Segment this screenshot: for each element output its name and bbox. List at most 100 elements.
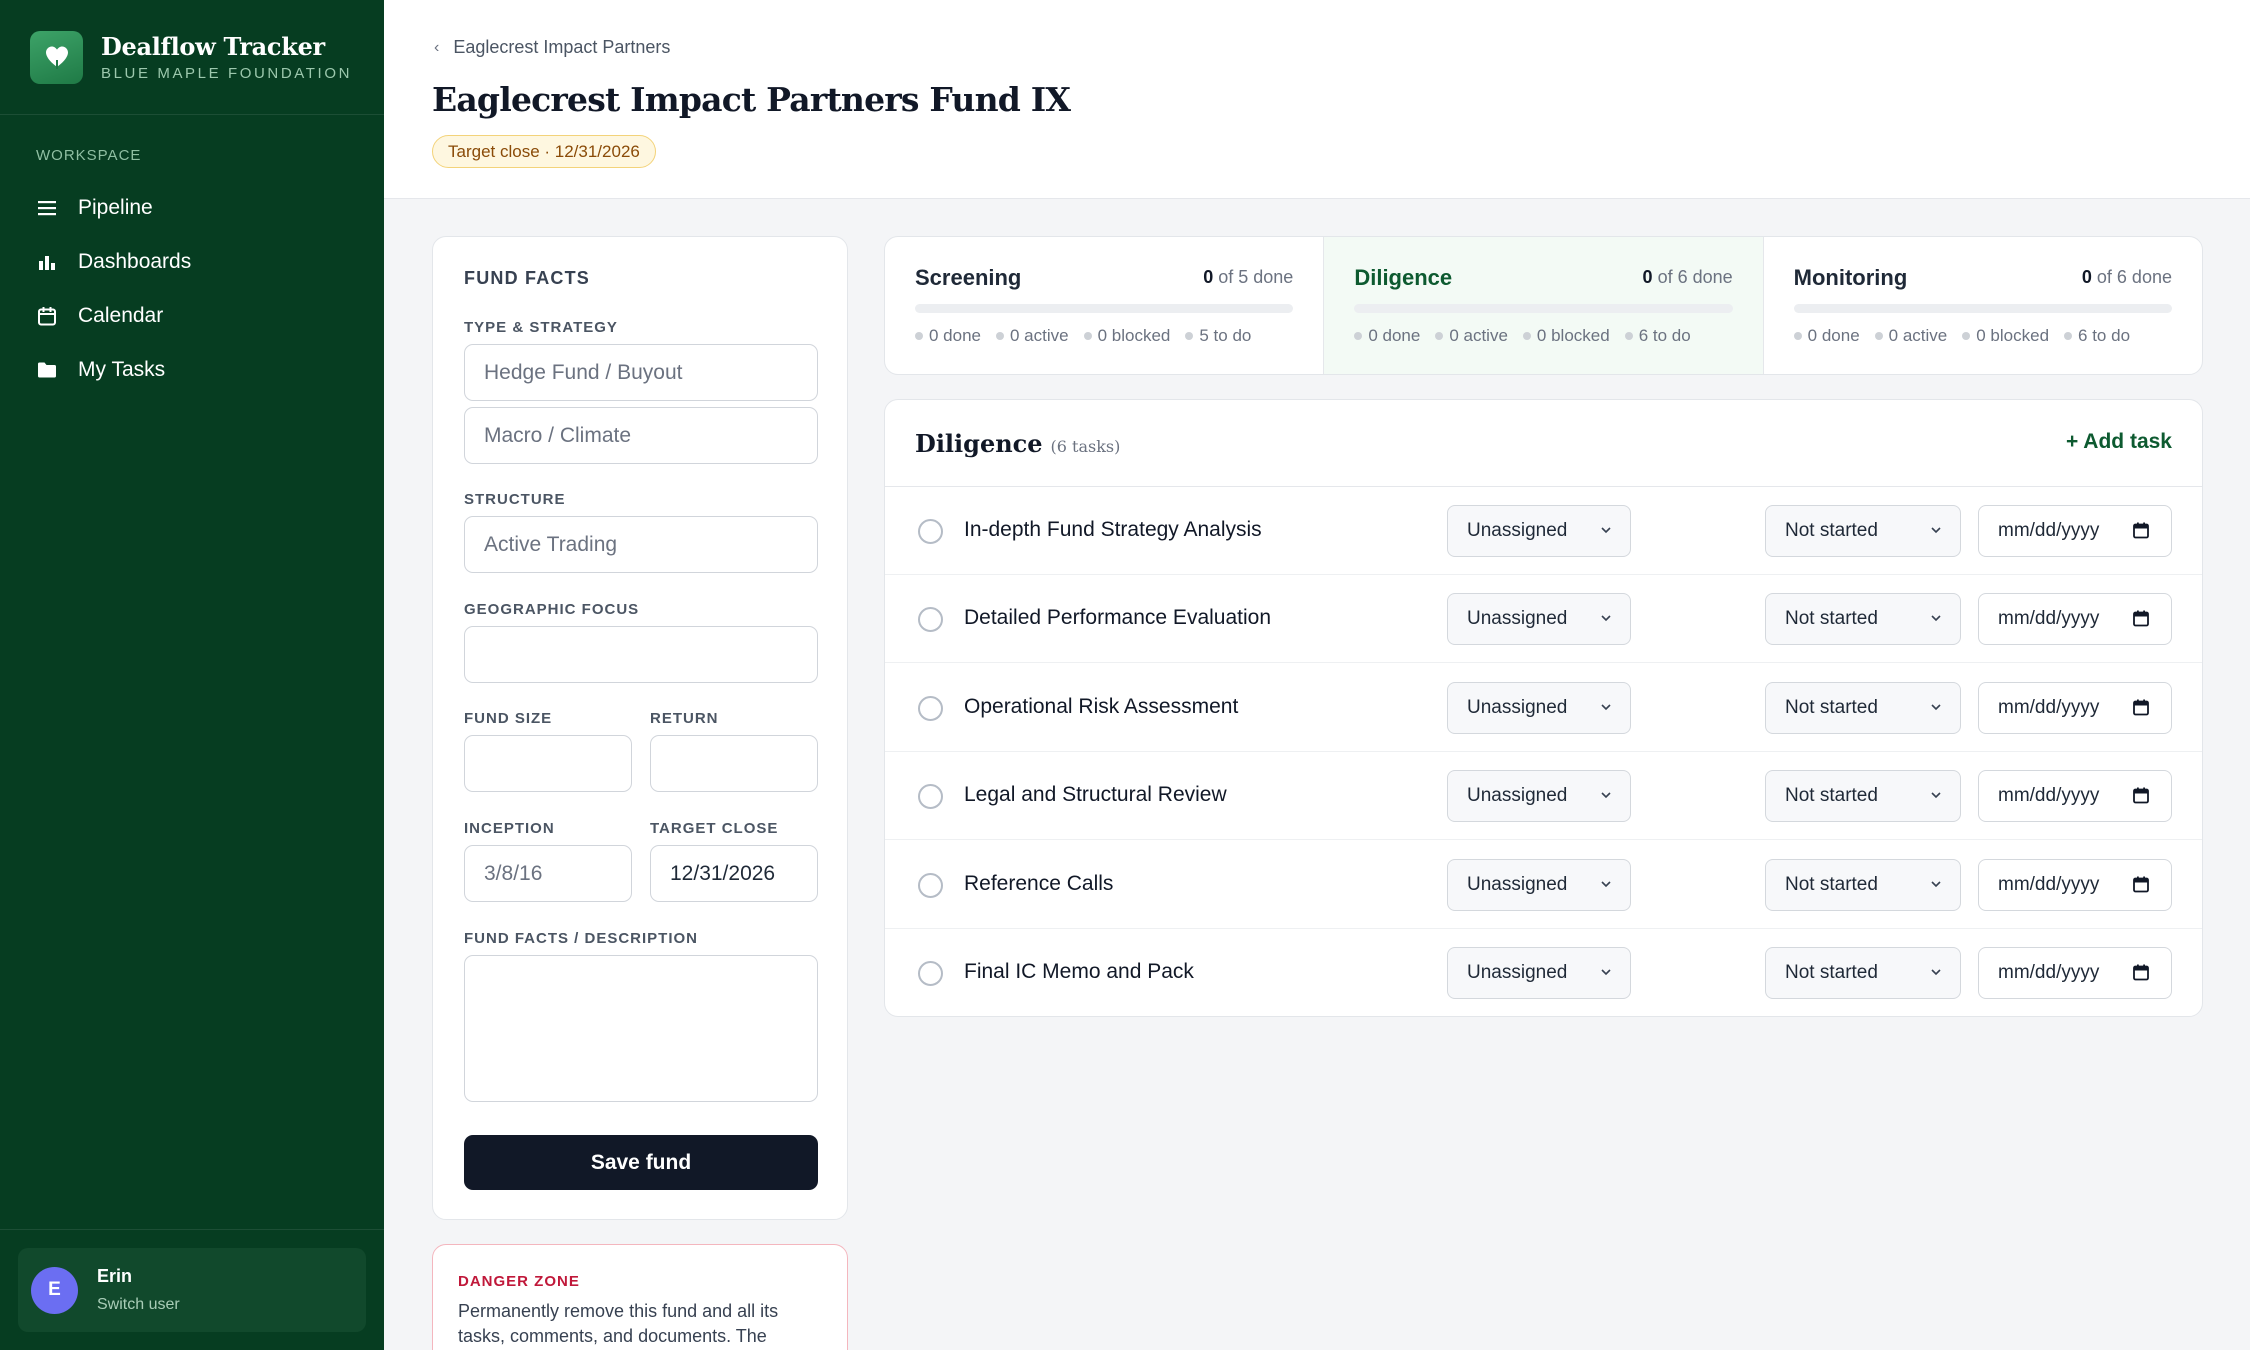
chevron-down-icon [1601, 615, 1611, 622]
return-input[interactable] [650, 735, 818, 792]
calendar-icon[interactable] [2133, 876, 2149, 893]
stat-done: 0 done [1354, 326, 1420, 346]
list-icon [36, 197, 58, 219]
stage-diligence[interactable]: Diligence 0 of 6 done 0 done 0 active 0 … [1323, 237, 1763, 374]
stage-screening[interactable]: Screening 0 of 5 done 0 done 0 active 0 … [885, 237, 1323, 374]
task-row: Legal and Structural Review Unassigned N… [885, 752, 2202, 841]
chevron-down-icon [1931, 615, 1941, 622]
status-select[interactable]: Not started [1765, 858, 1961, 911]
task-complete-checkbox[interactable] [918, 607, 943, 633]
stage-progress-bar [915, 304, 1294, 313]
date-placeholder: mm/dd/yyyy [1998, 962, 2100, 983]
sidebar-item-label: Pipeline [78, 196, 153, 219]
status-select[interactable]: Not started [1765, 505, 1961, 557]
calendar-icon[interactable] [2133, 964, 2149, 981]
task-row: Detailed Performance Evaluation Unassign… [885, 575, 2202, 664]
return-label: RETURN [650, 710, 719, 727]
due-date-input[interactable]: mm/dd/yyyy [1978, 947, 2172, 999]
status-select[interactable]: Not started [1765, 681, 1961, 734]
date-placeholder: mm/dd/yyyy [1998, 873, 2100, 895]
avatar: E [31, 1266, 78, 1314]
inception-input[interactable]: 3/8/16 [464, 845, 632, 902]
stat-done: 0 done [915, 326, 981, 346]
inception-label: INCEPTION [464, 820, 555, 837]
sidebar-item-my-tasks[interactable]: My Tasks [22, 343, 362, 397]
status-select[interactable]: Not started [1765, 593, 1961, 646]
chevron-down-icon [1931, 527, 1941, 534]
sidebar-item-label: My Tasks [78, 358, 166, 381]
breadcrumb[interactable]: ‹ Eaglecrest Impact Partners [434, 37, 670, 58]
task-name: Operational Risk Assessment [964, 694, 1239, 718]
sidebar-item-dashboards[interactable]: Dashboards [22, 235, 362, 289]
task-complete-checkbox[interactable] [918, 695, 943, 721]
chevron-down-icon [1601, 704, 1611, 710]
task-name: Detailed Performance Evaluation [964, 606, 1272, 630]
task-count: (6 tasks) [1050, 437, 1121, 456]
status-select[interactable]: Not started [1765, 770, 1961, 823]
due-date-input[interactable]: mm/dd/yyyy [1978, 593, 2172, 646]
fund-size-input[interactable] [464, 735, 632, 792]
calendar-icon[interactable] [2133, 522, 2149, 539]
app-title: Dealflow Tracker [101, 32, 325, 61]
due-date-input[interactable]: mm/dd/yyyy [1978, 858, 2172, 911]
task-complete-checkbox[interactable] [918, 519, 943, 544]
task-row: In-depth Fund Strategy Analysis Unassign… [885, 487, 2202, 575]
type-select[interactable]: Hedge Fund / Buyout [464, 344, 818, 401]
sidebar-nav: Pipeline Dashboards Calendar My Tasks [22, 181, 362, 397]
task-complete-checkbox[interactable] [918, 872, 943, 898]
assignee-select[interactable]: Unassigned [1447, 505, 1631, 557]
task-name: Legal and Structural Review [964, 783, 1227, 807]
status-select[interactable]: Not started [1765, 947, 1961, 999]
assignee-select[interactable]: Unassigned [1447, 681, 1631, 734]
sidebar-divider [0, 1229, 384, 1230]
danger-zone-title: DANGER ZONE [458, 1273, 580, 1290]
stage-name: Monitoring [1793, 265, 1908, 290]
add-task-button[interactable]: + Add task [2066, 430, 2172, 454]
stage-count: 0 of 5 done [1203, 267, 1294, 287]
stat-active: 0 active [1874, 326, 1947, 346]
strategy-input[interactable]: Macro / Climate [464, 407, 818, 464]
task-complete-checkbox[interactable] [918, 961, 943, 986]
calendar-icon[interactable] [2133, 610, 2149, 627]
status-value: Not started [1785, 696, 1878, 718]
assignee-select[interactable]: Unassigned [1447, 770, 1631, 823]
folder-icon [36, 359, 58, 381]
target-close-input[interactable]: 12/31/2026 [650, 845, 818, 902]
assignee-select[interactable]: Unassigned [1447, 858, 1631, 911]
sidebar-item-calendar[interactable]: Calendar [22, 289, 362, 343]
description-textarea[interactable] [464, 955, 818, 1102]
switch-user-button[interactable]: E Erin Switch user [18, 1248, 366, 1332]
save-fund-button[interactable]: Save fund [464, 1135, 818, 1190]
breadcrumb-link[interactable]: Eaglecrest Impact Partners [453, 37, 670, 58]
calendar-icon[interactable] [2133, 699, 2149, 716]
stat-todo: 5 to do [1185, 326, 1251, 346]
task-list-title: Diligence (6 tasks) [915, 429, 1121, 458]
assignee-value: Unassigned [1467, 520, 1568, 541]
assignee-select[interactable]: Unassigned [1447, 947, 1631, 999]
fund-facts-card: FUND FACTS TYPE & STRATEGY Hedge Fund / … [432, 236, 848, 1220]
assignee-select[interactable]: Unassigned [1447, 593, 1631, 646]
task-complete-checkbox[interactable] [918, 784, 943, 810]
geographic-focus-input[interactable] [464, 626, 818, 683]
calendar-icon[interactable] [2133, 787, 2149, 804]
due-date-input[interactable]: mm/dd/yyyy [1978, 681, 2172, 734]
fund-facts-title: FUND FACTS [464, 268, 590, 288]
assignee-value: Unassigned [1467, 696, 1568, 718]
status-value: Not started [1785, 520, 1878, 541]
target-close-badge: Target close · 12/31/2026 [432, 135, 656, 168]
bar-chart-icon [36, 251, 58, 273]
due-date-input[interactable]: mm/dd/yyyy [1978, 505, 2172, 557]
chevron-down-icon [1931, 792, 1941, 799]
status-value: Not started [1785, 962, 1878, 983]
task-name: Reference Calls [964, 871, 1114, 895]
stage-stats: 0 done 0 active 0 blocked 5 to do [915, 326, 1266, 346]
danger-zone-card: DANGER ZONE Permanently remove this fund… [432, 1244, 848, 1350]
stage-monitoring[interactable]: Monitoring 0 of 6 done 0 done 0 active 0… [1762, 237, 2202, 374]
chevron-down-icon [1601, 527, 1611, 534]
chevron-down-icon [1931, 969, 1941, 976]
danger-zone-text: Permanently remove this fund and all its… [458, 1301, 779, 1346]
structure-input[interactable]: Active Trading [464, 516, 818, 573]
sidebar-item-label: Calendar [78, 304, 164, 327]
sidebar-item-pipeline[interactable]: Pipeline [22, 181, 362, 235]
due-date-input[interactable]: mm/dd/yyyy [1978, 770, 2172, 823]
